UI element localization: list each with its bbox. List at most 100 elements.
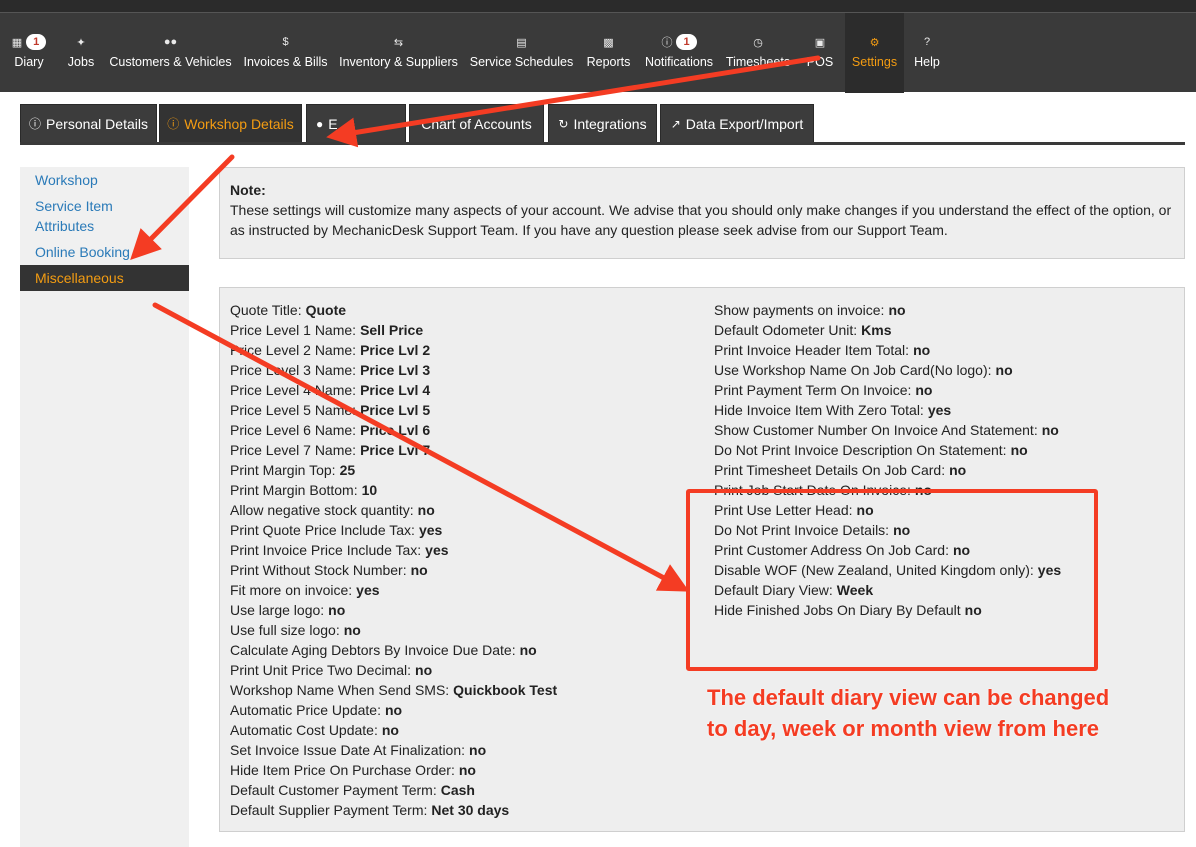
setting-row: Show payments on invoice: no — [714, 300, 1061, 320]
setting-label: Print Unit Price Two Decimal: — [230, 662, 412, 678]
tab-employees[interactable]: ● E — [306, 104, 406, 142]
setting-row: Do Not Print Invoice Description On Stat… — [714, 440, 1061, 460]
refresh-icon: ↻ — [558, 116, 569, 131]
setting-value: no — [381, 722, 399, 738]
setting-label: Print Job Start Date On Invoice: — [714, 482, 911, 498]
nav-reports[interactable]: ▩ Reports — [580, 13, 637, 93]
setting-value: no — [415, 662, 433, 678]
setting-label: Show Customer Number On Invoice And Stat… — [714, 422, 1038, 438]
tab-chart-of-accounts[interactable]: Chart of Accounts — [409, 104, 544, 142]
setting-value: Price Lvl 3 — [360, 362, 431, 378]
nav-customers-vehicles[interactable]: ●● Customers & Vehicles — [104, 13, 237, 93]
nav-service-schedules[interactable]: ▤ Service Schedules — [463, 13, 580, 93]
setting-value: no — [417, 502, 435, 518]
setting-row: Print Use Letter Head: no — [714, 500, 1061, 520]
sidebar-item-workshop[interactable]: Workshop — [20, 170, 189, 190]
setting-value: Price Lvl 5 — [360, 402, 431, 418]
setting-value: Price Lvl 2 — [360, 342, 431, 358]
setting-label: Print Invoice Price Include Tax: — [230, 542, 422, 558]
setting-label: Default Supplier Payment Term: — [230, 802, 428, 818]
sidebar-item-miscellaneous[interactable]: Miscellaneous — [20, 265, 189, 291]
setting-value: no — [915, 382, 933, 398]
setting-label: Fit more on invoice: — [230, 582, 353, 598]
note-panel: Note: These settings will customize many… — [219, 167, 1185, 259]
tab-integrations[interactable]: ↻ Integrations — [548, 104, 657, 142]
setting-row: Print Without Stock Number: no — [230, 560, 557, 580]
setting-label: Use full size logo: — [230, 622, 340, 638]
nav-diary[interactable]: ▦ 1 Diary — [0, 13, 58, 93]
question-icon: ? — [923, 36, 931, 48]
tab-personal-details[interactable]: ⓘ Personal Details — [20, 104, 157, 142]
setting-label: Print Quote Price Include Tax: — [230, 522, 415, 538]
annotation-line-1: The default diary view can be changed — [707, 685, 1110, 710]
setting-value: yes — [425, 542, 449, 558]
nav-label: Inventory & Suppliers — [339, 55, 458, 69]
bar-chart-icon: ▩ — [603, 36, 614, 49]
nav-label: Customers & Vehicles — [109, 55, 232, 69]
setting-value: Price Lvl 4 — [360, 382, 431, 398]
setting-value: no — [384, 702, 403, 718]
calendar-icon: ▤ — [516, 36, 527, 49]
setting-value: no — [519, 642, 537, 658]
setting-row: Workshop Name When Send SMS: Quickbook Te… — [230, 680, 557, 700]
setting-value: yes — [927, 402, 952, 418]
setting-label: Show payments on invoice: — [714, 302, 885, 318]
setting-label: Disable WOF (New Zealand, United Kingdom… — [714, 562, 1034, 578]
setting-row: Set Invoice Issue Date At Finalization: n… — [230, 740, 557, 760]
settings-right-column: Show payments on invoice: no Default Odome… — [714, 300, 1061, 620]
setting-row: Price Level 3 Name: Price Lvl 3 — [230, 360, 557, 380]
setting-value: Price Lvl 6 — [360, 422, 431, 438]
nav-label: Notifications — [644, 55, 714, 69]
setting-label: Hide Item Price On Purchase Order: — [230, 762, 455, 778]
setting-value: no — [953, 542, 971, 558]
setting-label: Price Level 7 Name: — [230, 442, 357, 458]
setting-value: 25 — [339, 462, 356, 478]
setting-row: Price Level 7 Name: Price Lvl 7 — [230, 440, 557, 460]
users-icon: ●● — [163, 36, 178, 48]
setting-label: Calculate Aging Debtors By Invoice Due D… — [230, 642, 516, 658]
tab-label: Workshop Details — [184, 115, 294, 132]
setting-value: Cash — [440, 782, 475, 798]
annotation-callout: The default diary view can be changed to… — [707, 682, 1109, 744]
setting-label: Price Level 3 Name: — [230, 362, 357, 378]
setting-label: Automatic Cost Update: — [230, 722, 378, 738]
calendar-icon: ▦ — [11, 36, 23, 49]
nav-label: Help — [914, 55, 940, 69]
sidebar-item-online-booking[interactable]: Online Booking — [20, 242, 189, 262]
setting-row: Print Payment Term On Invoice: no — [714, 380, 1061, 400]
tab-data-export-import[interactable]: ↗ Data Export/Import — [660, 104, 814, 142]
sidebar-item-service-item-attributes[interactable]: Service Item Attributes — [20, 196, 130, 236]
nav-help[interactable]: ? Help — [904, 13, 950, 93]
nav-label: Timesheets — [725, 55, 791, 69]
setting-value: no — [893, 522, 911, 538]
dollar-icon: $ — [282, 36, 289, 48]
exchange-icon: ⇆ — [393, 36, 404, 49]
setting-label: Set Invoice Issue Date At Finalization: — [230, 742, 466, 758]
setting-row: Quote Title: Quote — [230, 300, 557, 320]
annotation-line-2: to day, week or month view from here — [707, 716, 1100, 741]
setting-value: Quote — [305, 302, 347, 318]
nav-timesheets[interactable]: ◷ Timesheets — [721, 13, 795, 93]
nav-invoices-bills[interactable]: $ Invoices & Bills — [237, 13, 334, 93]
nav-settings[interactable]: ⚙ Settings — [845, 13, 904, 93]
setting-row: Print Margin Bottom: 10 — [230, 480, 557, 500]
setting-row: Show Customer Number On Invoice And Stat… — [714, 420, 1061, 440]
setting-label: Price Level 5 Name: — [230, 402, 357, 418]
nav-pos[interactable]: ▣ POS — [795, 13, 845, 93]
setting-value: no — [888, 302, 906, 318]
nav-notifications[interactable]: ⓘ 1 Notifications — [637, 13, 721, 93]
setting-row: Use Workshop Name On Job Card(No logo): n… — [714, 360, 1061, 380]
clock-icon: ◷ — [753, 36, 763, 49]
setting-label: Hide Finished Jobs On Diary By Default — [714, 602, 961, 618]
settings-sidebar: Workshop Service Item Attributes Online … — [20, 167, 189, 847]
nav-inventory-suppliers[interactable]: ⇆ Inventory & Suppliers — [334, 13, 463, 93]
setting-row: Fit more on invoice: yes — [230, 580, 557, 600]
tab-label: Data Export/Import — [685, 115, 804, 132]
setting-row: Default Customer Payment Term: Cash — [230, 780, 557, 800]
tab-workshop-details[interactable]: ⓘ Workshop Details — [159, 104, 302, 142]
nav-jobs[interactable]: ✦ Jobs — [58, 13, 104, 93]
setting-value: no — [1041, 422, 1059, 438]
setting-value: no — [914, 482, 932, 498]
setting-row: Automatic Cost Update: no — [230, 720, 557, 740]
setting-label: Print Customer Address On Job Card: — [714, 542, 949, 558]
